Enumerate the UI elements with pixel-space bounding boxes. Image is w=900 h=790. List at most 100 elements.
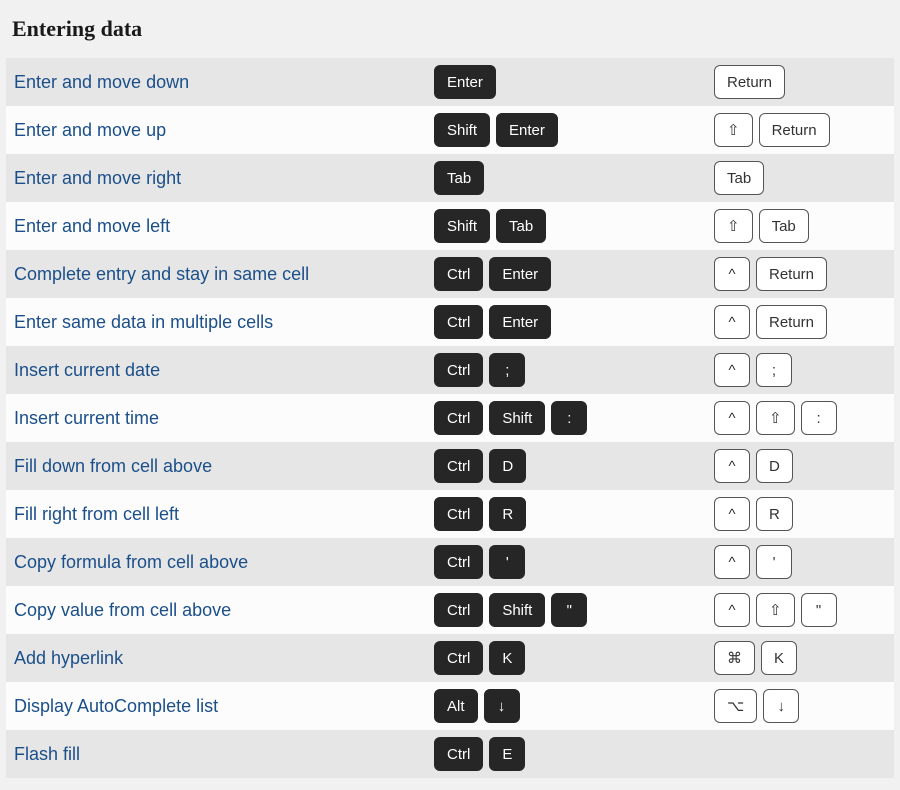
mac-shortcut: ^⇧: xyxy=(714,401,886,435)
key-cap: " xyxy=(551,593,587,627)
key-cap: Ctrl xyxy=(434,257,483,291)
key-cap: Shift xyxy=(489,401,545,435)
mac-shortcut: ^D xyxy=(714,449,886,483)
key-cap: ⌘ xyxy=(714,641,755,675)
key-cap: Enter xyxy=(489,257,551,291)
shortcut-table: Enter and move downEnterReturnEnter and … xyxy=(6,58,894,778)
shortcut-row: Fill down from cell aboveCtrlD^D xyxy=(6,442,894,490)
key-cap: Alt xyxy=(434,689,478,723)
key-cap: ^ xyxy=(714,305,750,339)
windows-shortcut: CtrlShift: xyxy=(434,401,714,435)
mac-shortcut: ⌥↓ xyxy=(714,689,886,723)
shortcut-row: Copy formula from cell aboveCtrl'^' xyxy=(6,538,894,586)
shortcut-description-cell: Flash fill xyxy=(14,744,434,765)
windows-shortcut: CtrlShift" xyxy=(434,593,714,627)
mac-shortcut: Tab xyxy=(714,161,886,195)
key-cap: ⇧ xyxy=(756,593,795,627)
key-cap: Shift xyxy=(489,593,545,627)
mac-shortcut: Return xyxy=(714,65,886,99)
key-cap: ' xyxy=(489,545,525,579)
shortcut-row: Insert current date Ctrl;^; xyxy=(6,346,894,394)
shortcut-link[interactable]: Enter and move right xyxy=(14,168,181,188)
section-title: Entering data xyxy=(6,12,894,58)
key-cap: Ctrl xyxy=(434,449,483,483)
shortcut-row: Copy value from cell aboveCtrlShift"^⇧" xyxy=(6,586,894,634)
key-cap: E xyxy=(489,737,525,771)
shortcut-row: Enter and move leftShiftTab⇧Tab xyxy=(6,202,894,250)
windows-shortcut: CtrlEnter xyxy=(434,305,714,339)
key-cap: K xyxy=(761,641,797,675)
windows-shortcut: Enter xyxy=(434,65,714,99)
key-cap: Ctrl xyxy=(434,305,483,339)
shortcut-description-cell: Add hyperlink xyxy=(14,648,434,669)
windows-shortcut: CtrlK xyxy=(434,641,714,675)
key-cap: " xyxy=(801,593,837,627)
shortcut-link[interactable]: Enter and move up xyxy=(14,120,166,140)
key-cap: ^ xyxy=(714,257,750,291)
shortcut-row: Flash fillCtrlE xyxy=(6,730,894,778)
shortcut-description-cell: Enter and move left xyxy=(14,216,434,237)
mac-shortcut: ^Return xyxy=(714,305,886,339)
shortcut-link[interactable]: Fill right from cell left xyxy=(14,504,179,524)
shortcut-link[interactable]: Enter same data in multiple cells xyxy=(14,312,273,332)
shortcut-row: Add hyperlinkCtrlK⌘K xyxy=(6,634,894,682)
key-cap: ^ xyxy=(714,593,750,627)
key-cap: Enter xyxy=(434,65,496,99)
key-cap: Return xyxy=(759,113,830,147)
key-cap: D xyxy=(489,449,526,483)
key-cap: Ctrl xyxy=(434,497,483,531)
windows-shortcut: Tab xyxy=(434,161,714,195)
shortcut-row: Complete entry and stay in same cell Ctrl… xyxy=(6,250,894,298)
shortcut-description-cell: Copy formula from cell above xyxy=(14,552,434,573)
shortcut-row: Enter and move down Enter Return xyxy=(6,58,894,106)
shortcut-link[interactable]: Enter and move down xyxy=(14,72,189,92)
shortcut-description-cell: Fill right from cell left xyxy=(14,504,434,525)
key-cap: ↓ xyxy=(484,689,520,723)
shortcut-row: Display AutoComplete list Alt↓ ⌥↓ xyxy=(6,682,894,730)
key-cap: Tab xyxy=(434,161,484,195)
key-cap: ⇧ xyxy=(714,113,753,147)
shortcut-description-cell: Complete entry and stay in same cell xyxy=(14,264,434,285)
key-cap: R xyxy=(756,497,793,531)
key-cap: D xyxy=(756,449,793,483)
shortcut-link[interactable]: Copy value from cell above xyxy=(14,600,231,620)
windows-shortcut: Ctrl; xyxy=(434,353,714,387)
shortcut-link[interactable]: Insert current time xyxy=(14,408,159,428)
mac-shortcut: ^Return xyxy=(714,257,886,291)
key-cap: K xyxy=(489,641,525,675)
key-cap: : xyxy=(551,401,587,435)
windows-shortcut: ShiftEnter xyxy=(434,113,714,147)
windows-shortcut: ShiftTab xyxy=(434,209,714,243)
key-cap: Return xyxy=(756,257,827,291)
key-cap: ⌥ xyxy=(714,689,757,723)
key-cap: : xyxy=(801,401,837,435)
key-cap: ^ xyxy=(714,353,750,387)
shortcut-link[interactable]: Display AutoComplete list xyxy=(14,696,218,716)
shortcut-description-cell: Fill down from cell above xyxy=(14,456,434,477)
shortcut-link[interactable]: Complete entry and stay in same cell xyxy=(14,264,309,284)
shortcut-link[interactable]: Insert current date xyxy=(14,360,160,380)
shortcut-description-cell: Insert current time xyxy=(14,408,434,429)
windows-shortcut: CtrlR xyxy=(434,497,714,531)
key-cap: Shift xyxy=(434,209,490,243)
key-cap: R xyxy=(489,497,526,531)
windows-shortcut: Ctrl' xyxy=(434,545,714,579)
shortcut-link[interactable]: Enter and move left xyxy=(14,216,170,236)
shortcut-link[interactable]: Add hyperlink xyxy=(14,648,123,668)
shortcut-row: Fill right from cell leftCtrlR^R xyxy=(6,490,894,538)
shortcut-description-cell: Display AutoComplete list xyxy=(14,696,434,717)
key-cap: Tab xyxy=(714,161,764,195)
shortcut-row: Enter same data in multiple cells CtrlEnt… xyxy=(6,298,894,346)
key-cap: Shift xyxy=(434,113,490,147)
key-cap: Ctrl xyxy=(434,401,483,435)
shortcut-row: Enter and move up ShiftEnter⇧Return xyxy=(6,106,894,154)
shortcut-description-cell: Insert current date xyxy=(14,360,434,381)
key-cap: Ctrl xyxy=(434,545,483,579)
key-cap: ' xyxy=(756,545,792,579)
key-cap: Ctrl xyxy=(434,593,483,627)
mac-shortcut: ^' xyxy=(714,545,886,579)
shortcut-link[interactable]: Copy formula from cell above xyxy=(14,552,248,572)
key-cap: ; xyxy=(489,353,525,387)
shortcut-link[interactable]: Fill down from cell above xyxy=(14,456,212,476)
windows-shortcut: CtrlD xyxy=(434,449,714,483)
